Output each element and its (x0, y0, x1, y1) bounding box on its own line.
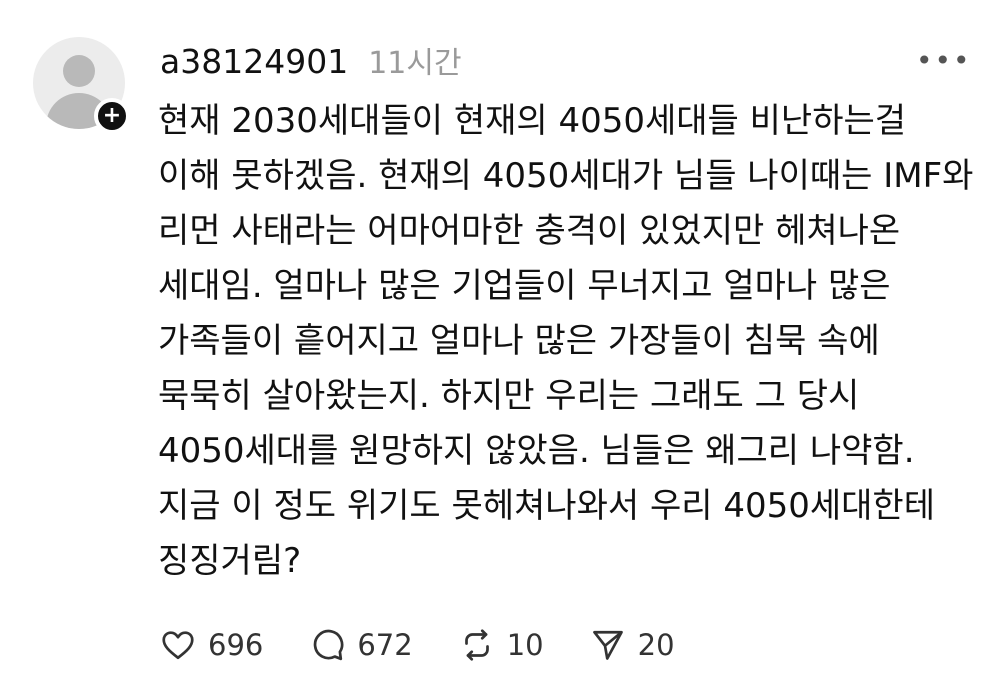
content-line: 세대임. 얼마나 많은 기업들이 무너지고 얼마나 많은 (158, 266, 891, 306)
content-line: 리먼 사태라는 어마어마한 충격이 있었지만 헤쳐나온 (158, 211, 901, 251)
heart-icon (162, 631, 194, 660)
content-line: 가족들이 흩어지고 얼마나 많은 가장들이 침묵 속에 (158, 321, 880, 361)
action-bar: 696 672 10 20 (160, 622, 721, 668)
post-content: 현재 2030세대들이 현재의 4050세대들 비난하는걸 이해 못하겠음. 현… (158, 94, 974, 589)
reply-button[interactable]: 672 (309, 627, 413, 663)
content-line: 지금 이 정도 위기도 못헤쳐나와서 우리 4050세대한테 (158, 486, 935, 526)
more-options-icon[interactable]: ••• (916, 44, 972, 77)
share-button[interactable]: 20 (590, 627, 675, 663)
content-line: 현재 2030세대들이 현재의 4050세대들 비난하는걸 (158, 101, 907, 141)
content-line: 4050세대를 원망하지 않았음. 님들은 왜그리 나약함. (158, 431, 915, 471)
share-count: 20 (637, 628, 675, 662)
username[interactable]: a38124901 (160, 42, 348, 81)
follow-plus-icon[interactable]: + (94, 98, 130, 134)
like-button[interactable]: 696 (160, 627, 263, 663)
timestamp: 11시간 (368, 46, 462, 81)
content-line: 징징거림? (158, 541, 302, 581)
content-line: 묵묵히 살아왔는지. 하지만 우리는 그래도 그 당시 (158, 376, 860, 416)
like-count: 696 (208, 628, 264, 662)
repost-icon (464, 629, 489, 661)
send-icon (592, 630, 623, 660)
comment-icon (314, 629, 344, 661)
thread-post: + a38124901 11시간 ••• 현재 2030세대들이 현재의 405… (0, 0, 1000, 698)
repost-button[interactable]: 10 (459, 627, 544, 663)
reply-count: 672 (357, 628, 413, 662)
post-header: a38124901 11시간 (160, 38, 462, 84)
repost-count: 10 (506, 628, 544, 662)
avatar-head-shape (63, 55, 95, 87)
content-line: 이해 못하겠음. 현재의 4050세대가 님들 나이때는 IMF와 (158, 156, 974, 196)
